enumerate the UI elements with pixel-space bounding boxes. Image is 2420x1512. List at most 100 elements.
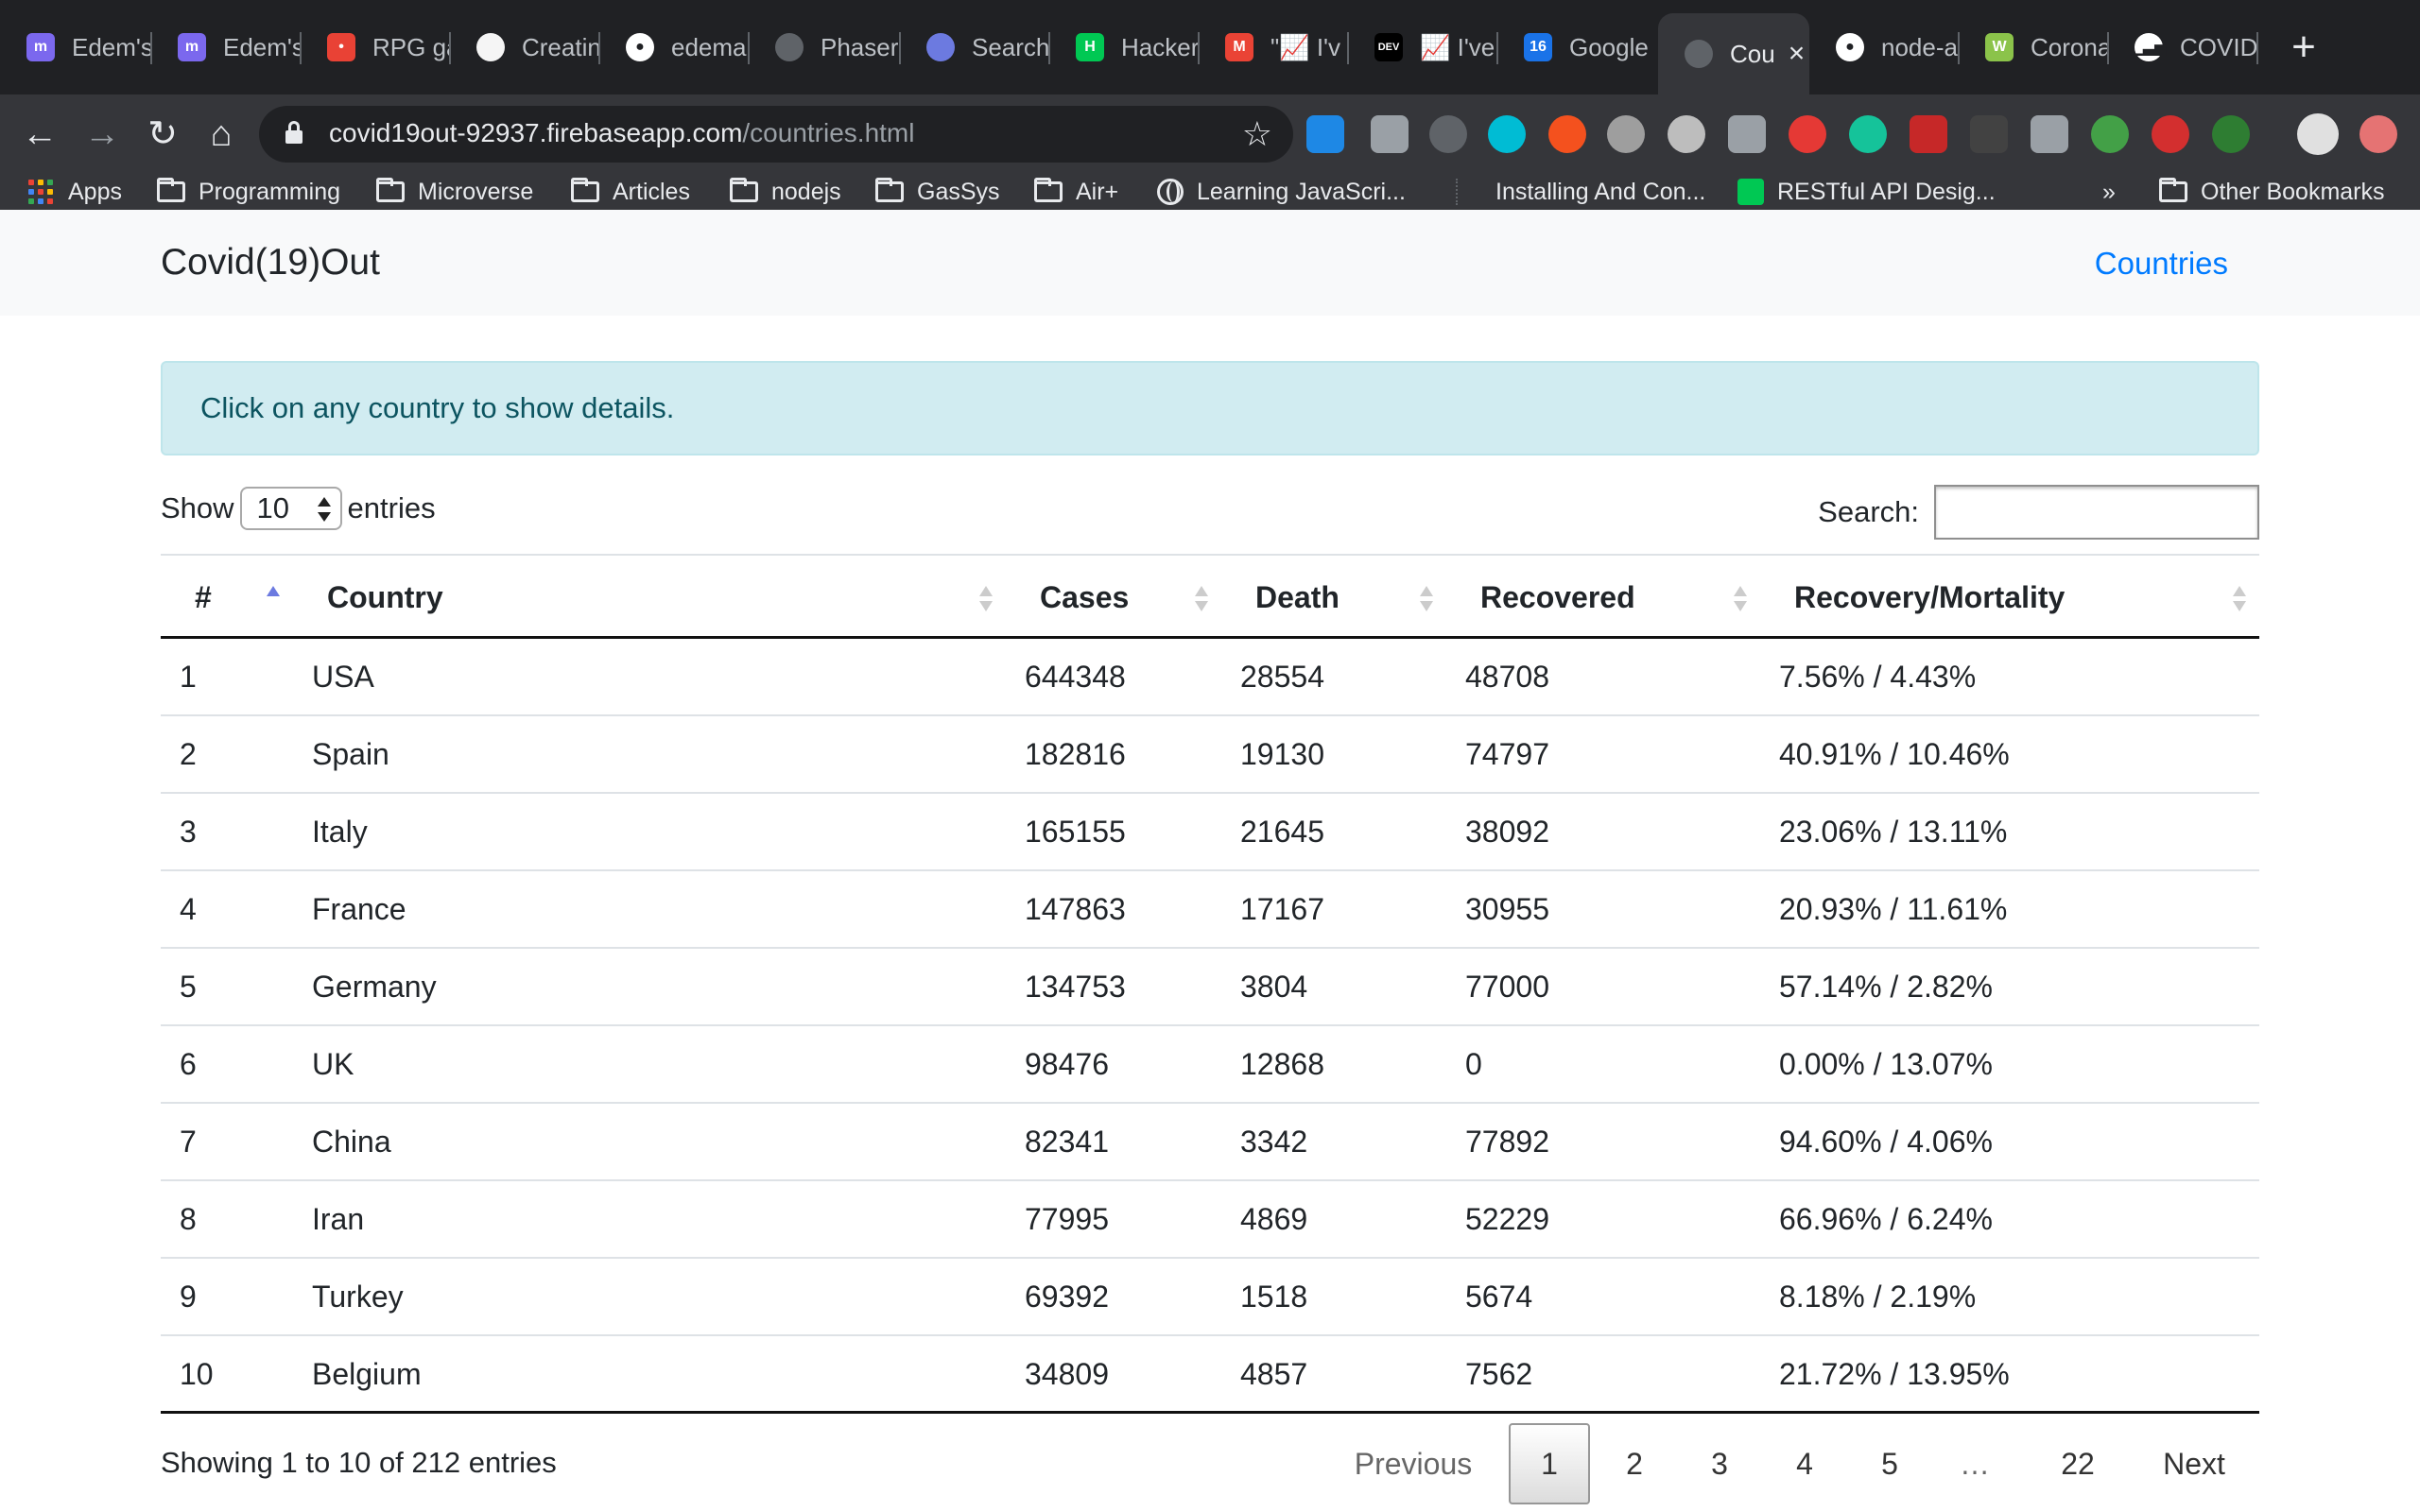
bookmark-label: RESTful API Desig...: [1777, 178, 1996, 205]
extension-icon[interactable]: [1728, 115, 1766, 153]
react-devtools-icon[interactable]: [1488, 115, 1526, 153]
nav-link-countries[interactable]: Countries: [2095, 246, 2228, 282]
home-icon[interactable]: ⌂: [197, 110, 246, 159]
folder-icon: [157, 178, 185, 202]
browser-tab[interactable]: H Hacker: [1049, 13, 1199, 81]
bookmarks-overflow-icon[interactable]: »: [2102, 174, 2116, 210]
bookmark-item[interactable]: Programming: [157, 174, 340, 210]
column-header-death[interactable]: Death: [1255, 580, 1340, 615]
tab-title: COVID: [2180, 32, 2257, 61]
extension-icon[interactable]: [2091, 115, 2129, 153]
table-row[interactable]: 2 Spain 182816 19130 74797 40.91% / 10.46%: [161, 716, 2259, 794]
json-icon[interactable]: [1970, 115, 2008, 153]
page-button[interactable]: 22: [2032, 1423, 2123, 1504]
cell-index: 7: [180, 1125, 197, 1159]
browser-tab[interactable]: Search: [900, 13, 1049, 81]
browser-tab[interactable]: m Edem's: [0, 13, 151, 81]
evernote-icon[interactable]: [2212, 115, 2250, 153]
table-row[interactable]: 1 USA 644348 28554 48708 7.56% / 4.43%: [161, 639, 2259, 716]
browser-tab[interactable]: 16 Google: [1497, 13, 1658, 81]
site-brand[interactable]: Covid(19)Out: [161, 242, 380, 284]
vue-devtools-icon[interactable]: [2031, 115, 2068, 153]
bookmark-item[interactable]: Learning JavaScri...: [1157, 174, 1406, 210]
close-tab-icon[interactable]: ×: [1789, 38, 1806, 70]
update-icon[interactable]: [2360, 115, 2397, 153]
column-header-recovered[interactable]: Recovered: [1480, 580, 1635, 615]
table-row[interactable]: 6 UK 98476 12868 0 0.00% / 13.07%: [161, 1026, 2259, 1104]
address-bar[interactable]: covid19out-92937.firebaseapp.com/countri…: [259, 106, 1293, 163]
table-row[interactable]: 7 China 82341 3342 77892 94.60% / 4.06%: [161, 1104, 2259, 1181]
lock-icon[interactable]: [285, 121, 302, 144]
browser-tab[interactable]: m Edem's: [151, 13, 301, 81]
column-header-recovery-mortality[interactable]: Recovery/Mortality: [1794, 580, 2065, 615]
bookmark-item[interactable]: Other Bookmarks: [2159, 174, 2385, 210]
browser-tab[interactable]: DEV 📈 I've: [1348, 13, 1497, 81]
extension-icon[interactable]: [1668, 115, 1705, 153]
table-row[interactable]: 10 Belgium 34809 4857 7562 21.72% / 13.95%: [161, 1336, 2259, 1414]
cell-recovered: 74797: [1465, 737, 1549, 771]
browser-tab[interactable]: ▁▃▅ COVID: [2108, 13, 2257, 81]
bookmark-star-icon[interactable]: ☆: [1242, 114, 1272, 154]
page-button[interactable]: 2: [1594, 1423, 1675, 1504]
bookmark-item[interactable]: RESTful API Desig...: [1737, 174, 1996, 210]
cell-recovery-mortality: 21.72% / 13.95%: [1779, 1357, 2010, 1391]
column-header-country[interactable]: Country: [327, 580, 443, 615]
cell-cases: 34809: [1025, 1357, 1109, 1391]
extension-icon[interactable]: [1607, 115, 1645, 153]
bookmark-item[interactable]: Microverse: [376, 174, 533, 210]
extension-icon[interactable]: [1548, 115, 1586, 153]
bookmark-item[interactable]: Articles: [571, 174, 690, 210]
cell-death: 4857: [1240, 1357, 1308, 1391]
forward-icon[interactable]: →: [78, 110, 127, 159]
tab-title: node-a: [1881, 32, 1958, 61]
profile-avatar[interactable]: [2297, 113, 2339, 155]
search-input[interactable]: [1934, 485, 2259, 540]
globe-icon: [1157, 179, 1184, 205]
bookmark-item[interactable]: Apps: [28, 174, 122, 210]
extension-icon[interactable]: [1371, 115, 1409, 153]
page-length-control: Show 10 entries: [161, 486, 436, 531]
browser-tab-active[interactable]: Cou ×: [1658, 13, 1809, 94]
table-row[interactable]: 9 Turkey 69392 1518 5674 8.18% / 2.19%: [161, 1259, 2259, 1336]
adblock-icon[interactable]: [2152, 115, 2189, 153]
page-button[interactable]: 4: [1764, 1423, 1845, 1504]
browser-tab[interactable]: M "📈 I'v: [1199, 13, 1348, 81]
browser-tab[interactable]: ● edema: [599, 13, 749, 81]
previous-page-button[interactable]: Previous: [1342, 1423, 1484, 1504]
cell-recovery-mortality: 7.56% / 4.43%: [1779, 660, 1977, 694]
page-button[interactable]: 1: [1509, 1423, 1590, 1504]
address-url[interactable]: covid19out-92937.firebaseapp.com/countri…: [329, 118, 914, 148]
cors-icon[interactable]: [1910, 115, 1947, 153]
grammarly-icon[interactable]: [1849, 115, 1887, 153]
cell-country: Italy: [312, 815, 368, 849]
browser-tab[interactable]: W Corona: [1959, 13, 2108, 81]
page-button[interactable]: 3: [1679, 1423, 1760, 1504]
table-row[interactable]: 3 Italy 165155 21645 38092 23.06% / 13.11%: [161, 794, 2259, 871]
browser-tab[interactable]: Phaser: [749, 13, 900, 81]
table-row[interactable]: 5 Germany 134753 3804 77000 57.14% / 2.82%: [161, 949, 2259, 1026]
table-row[interactable]: 8 Iran 77995 4869 52229 66.96% / 6.24%: [161, 1181, 2259, 1259]
browser-tab[interactable]: ● node-a: [1809, 13, 1959, 81]
extension-icon[interactable]: [1429, 115, 1467, 153]
bookmark-item[interactable]: GasSys: [875, 174, 1000, 210]
extension-icon[interactable]: [1306, 115, 1344, 153]
browser-tab[interactable]: • RPG ga: [301, 13, 450, 81]
table-row[interactable]: 4 France 147863 17167 30955 20.93% / 11.61%: [161, 871, 2259, 949]
select-arrows-icon: [317, 492, 331, 526]
browser-tab[interactable]: Creatin: [450, 13, 599, 81]
reload-icon[interactable]: ↻: [138, 110, 187, 159]
page-length-select[interactable]: 10: [239, 487, 342, 530]
page-button[interactable]: 5: [1849, 1423, 1930, 1504]
back-icon[interactable]: ←: [15, 110, 64, 159]
cell-recovery-mortality: 8.18% / 2.19%: [1779, 1280, 1977, 1314]
youtube-icon[interactable]: [1789, 115, 1826, 153]
column-header-index[interactable]: #: [195, 580, 212, 615]
next-page-button[interactable]: Next: [2142, 1423, 2246, 1504]
bookmark-item[interactable]: Air+: [1034, 174, 1118, 210]
new-tab-button[interactable]: +: [2280, 21, 2327, 74]
cell-recovered: 77892: [1465, 1125, 1549, 1159]
bookmark-item[interactable]: nodejs: [730, 174, 841, 210]
cell-cases: 182816: [1025, 737, 1126, 771]
bookmark-item[interactable]: Installing And Con...: [1450, 174, 1705, 210]
column-header-cases[interactable]: Cases: [1040, 580, 1129, 615]
